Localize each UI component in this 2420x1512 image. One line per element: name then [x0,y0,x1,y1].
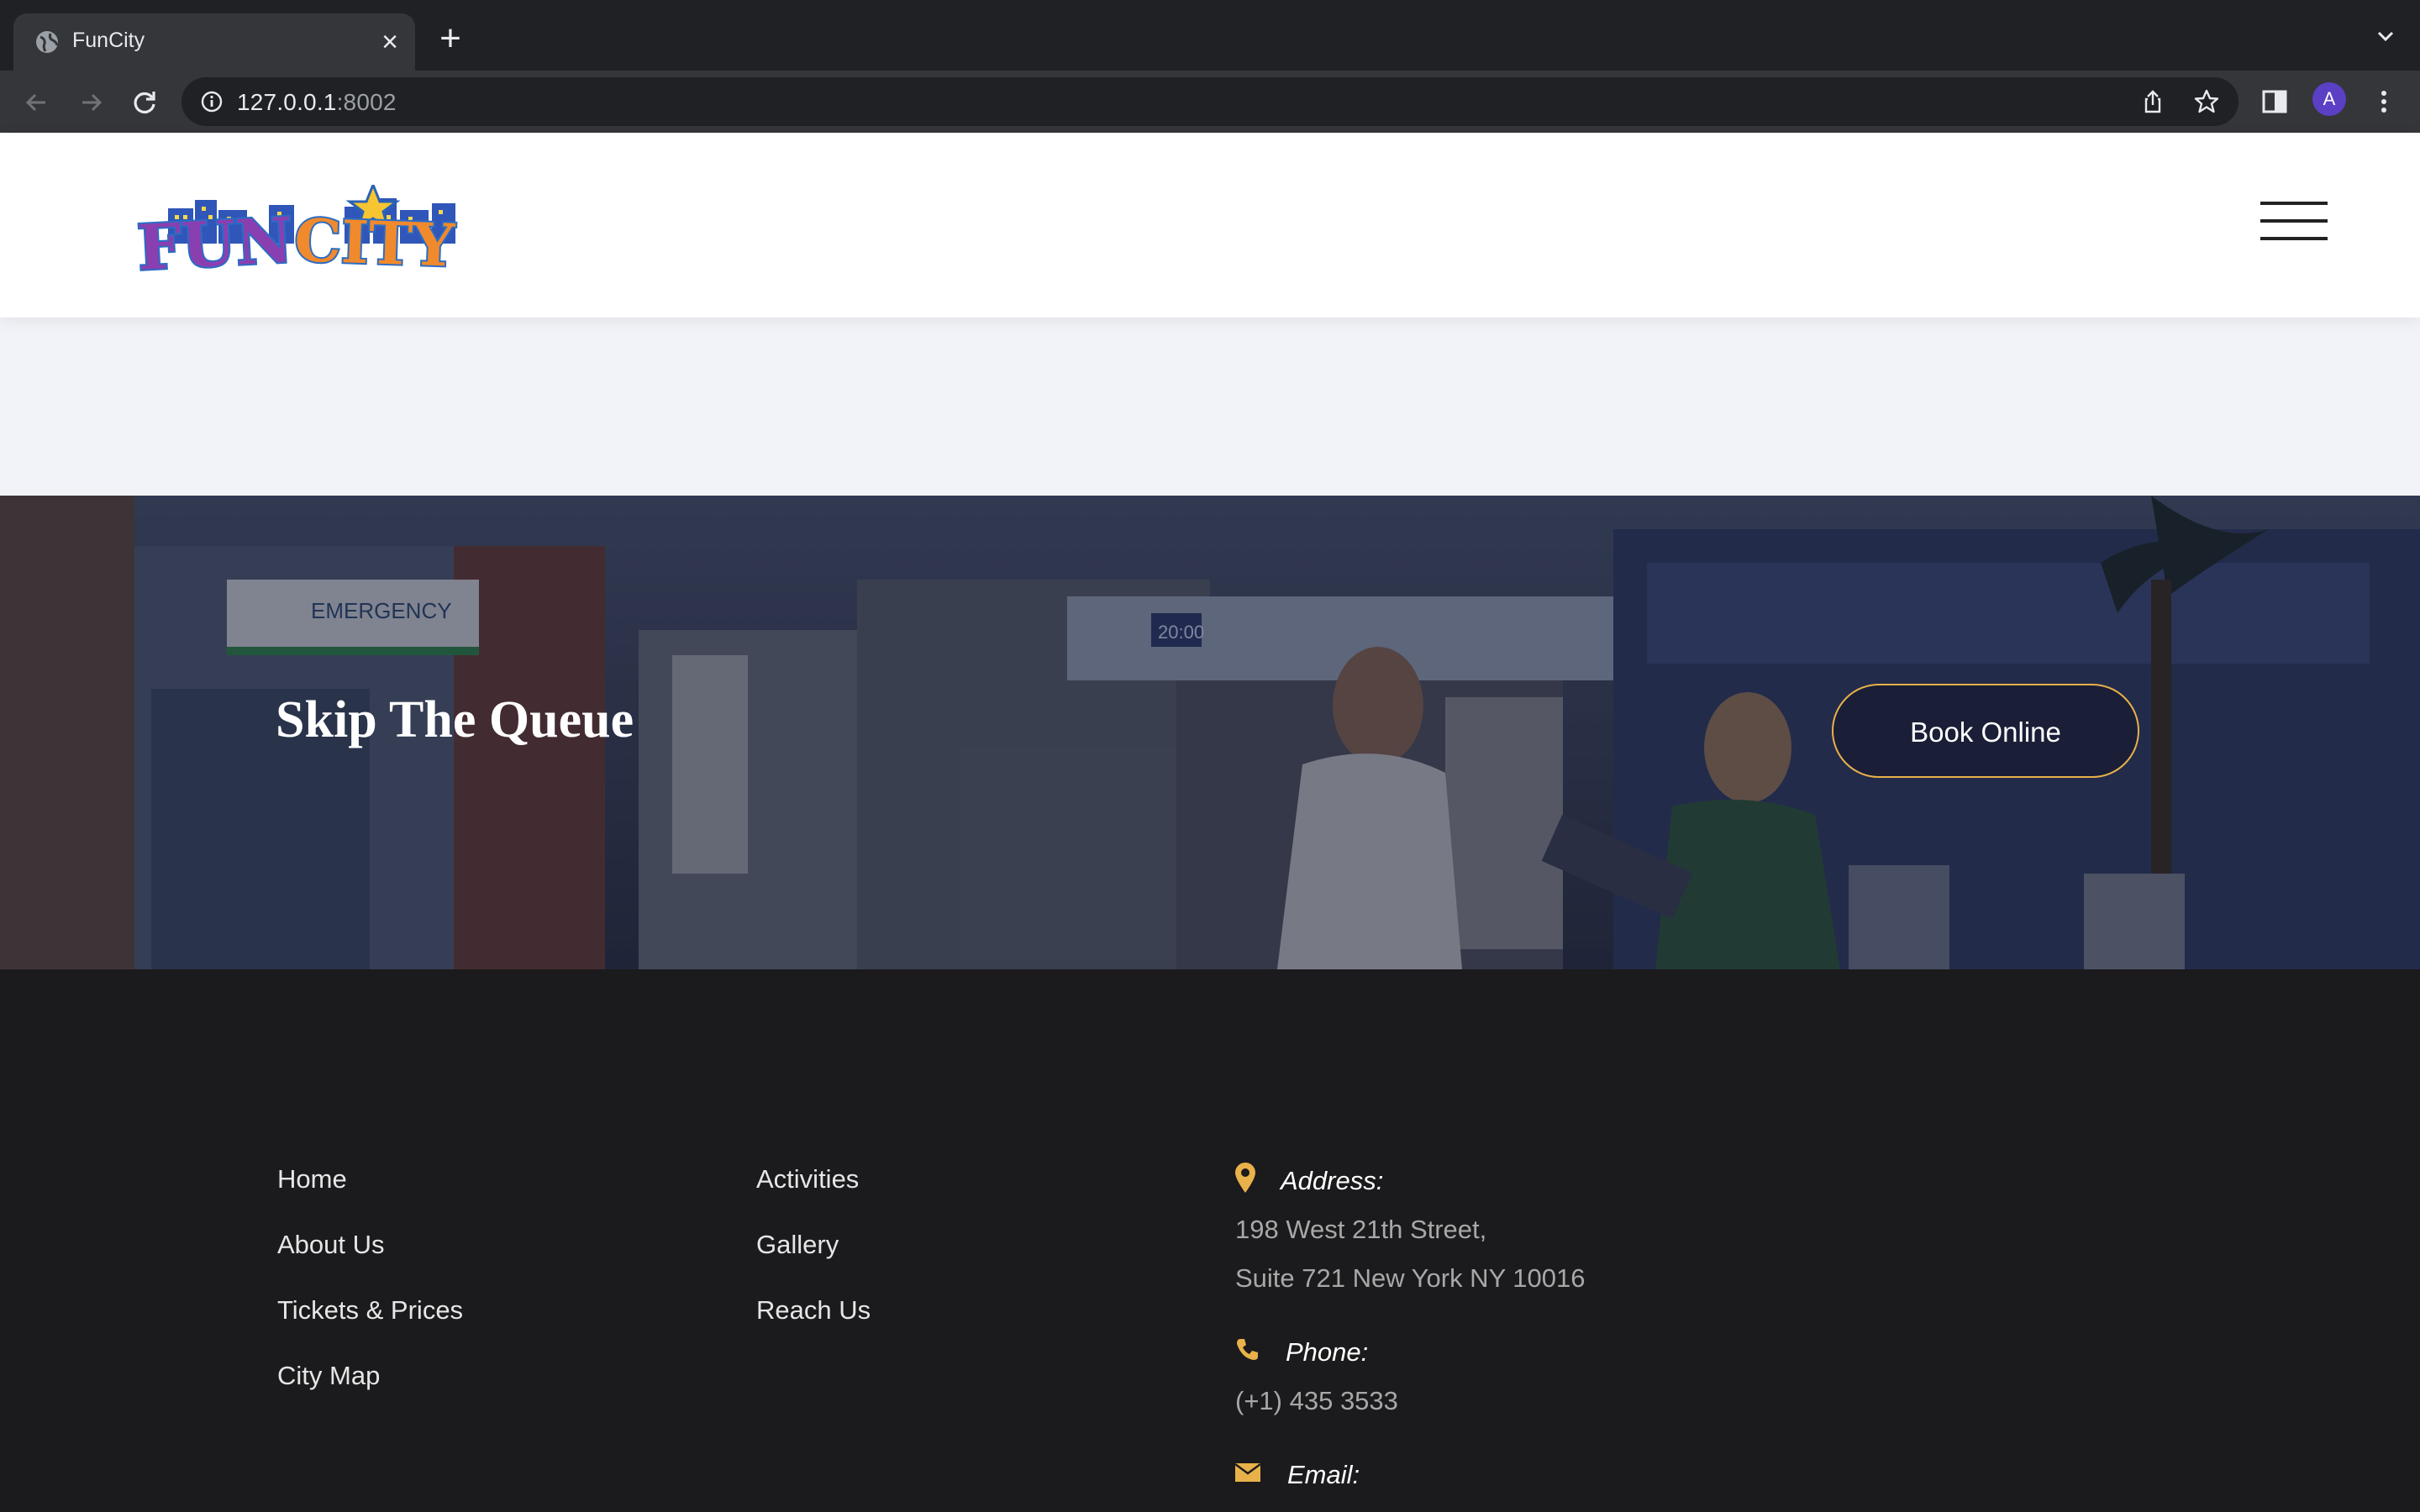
hamburger-menu-icon[interactable] [2260,202,2328,240]
side-panel-icon[interactable] [2260,87,2289,116]
kebab-menu-icon[interactable] [2370,87,2398,116]
chevron-down-icon[interactable] [2373,24,2398,49]
footer-link-gallery[interactable]: Gallery [756,1230,839,1260]
url-port: :8002 [336,89,397,115]
back-arrow-icon[interactable] [18,84,55,121]
profile-avatar[interactable]: A [2312,82,2346,116]
book-online-button[interactable]: Book Online [1832,684,2139,778]
footer-link-activities[interactable]: Activities [756,1164,859,1194]
globe-icon [36,31,59,53]
footer-link-reach-us[interactable]: Reach Us [756,1295,871,1326]
tab-title: FunCity [72,29,145,52]
phone-label: Phone: [1286,1337,1369,1367]
footer-link-home[interactable]: Home [277,1164,347,1194]
url-text: 127.0.0.1:8002 [237,89,397,116]
share-icon[interactable] [2139,88,2166,115]
footer-link-tickets-prices[interactable]: Tickets & Prices [277,1295,463,1326]
address-label: Address: [1281,1166,1384,1195]
bookmark-star-icon[interactable] [2193,88,2220,115]
email-label: Email: [1287,1460,1360,1489]
footer-link-city-map[interactable]: City Map [277,1361,380,1391]
address-bar[interactable]: 127.0.0.1:8002 [182,77,2238,126]
svg-text:FUN: FUN [135,204,294,277]
email-icon [1235,1463,1260,1482]
footer-link-about-us[interactable]: About Us [277,1230,385,1260]
new-tab-icon[interactable]: + [434,20,467,57]
url-host: 127.0.0.1 [237,89,337,115]
browser-tab-bar: FunCity × + [0,0,2420,71]
map-pin-icon [1235,1163,1255,1193]
header-spacer [0,318,2420,496]
svg-text:CITY: CITY [293,205,456,277]
address-line-1: 198 West 21th Street, [1235,1215,1487,1244]
site-footer: Home About Us Tickets & Prices City Map … [0,969,2420,1512]
site-header: FUN CITY [0,133,2420,318]
browser-tab[interactable]: FunCity × [13,13,415,71]
reload-icon[interactable] [126,84,163,121]
info-icon[interactable] [200,90,224,113]
banner-title: Skip The Queue [276,691,634,748]
skip-queue-banner: EMERGENCY 20:00 Skip The Queue Book Onli… [0,496,2420,969]
phone-icon [1237,1339,1258,1360]
forward-arrow-icon[interactable] [72,84,109,121]
address-line-2: Suite 721 New York NY 10016 [1235,1263,1586,1293]
funcity-logo[interactable]: FUN CITY [134,185,504,277]
phone-value[interactable]: (+1) 435 3533 [1235,1386,1398,1416]
browser-toolbar: 127.0.0.1:8002 [0,71,2420,133]
close-tab-icon[interactable]: × [373,25,407,59]
